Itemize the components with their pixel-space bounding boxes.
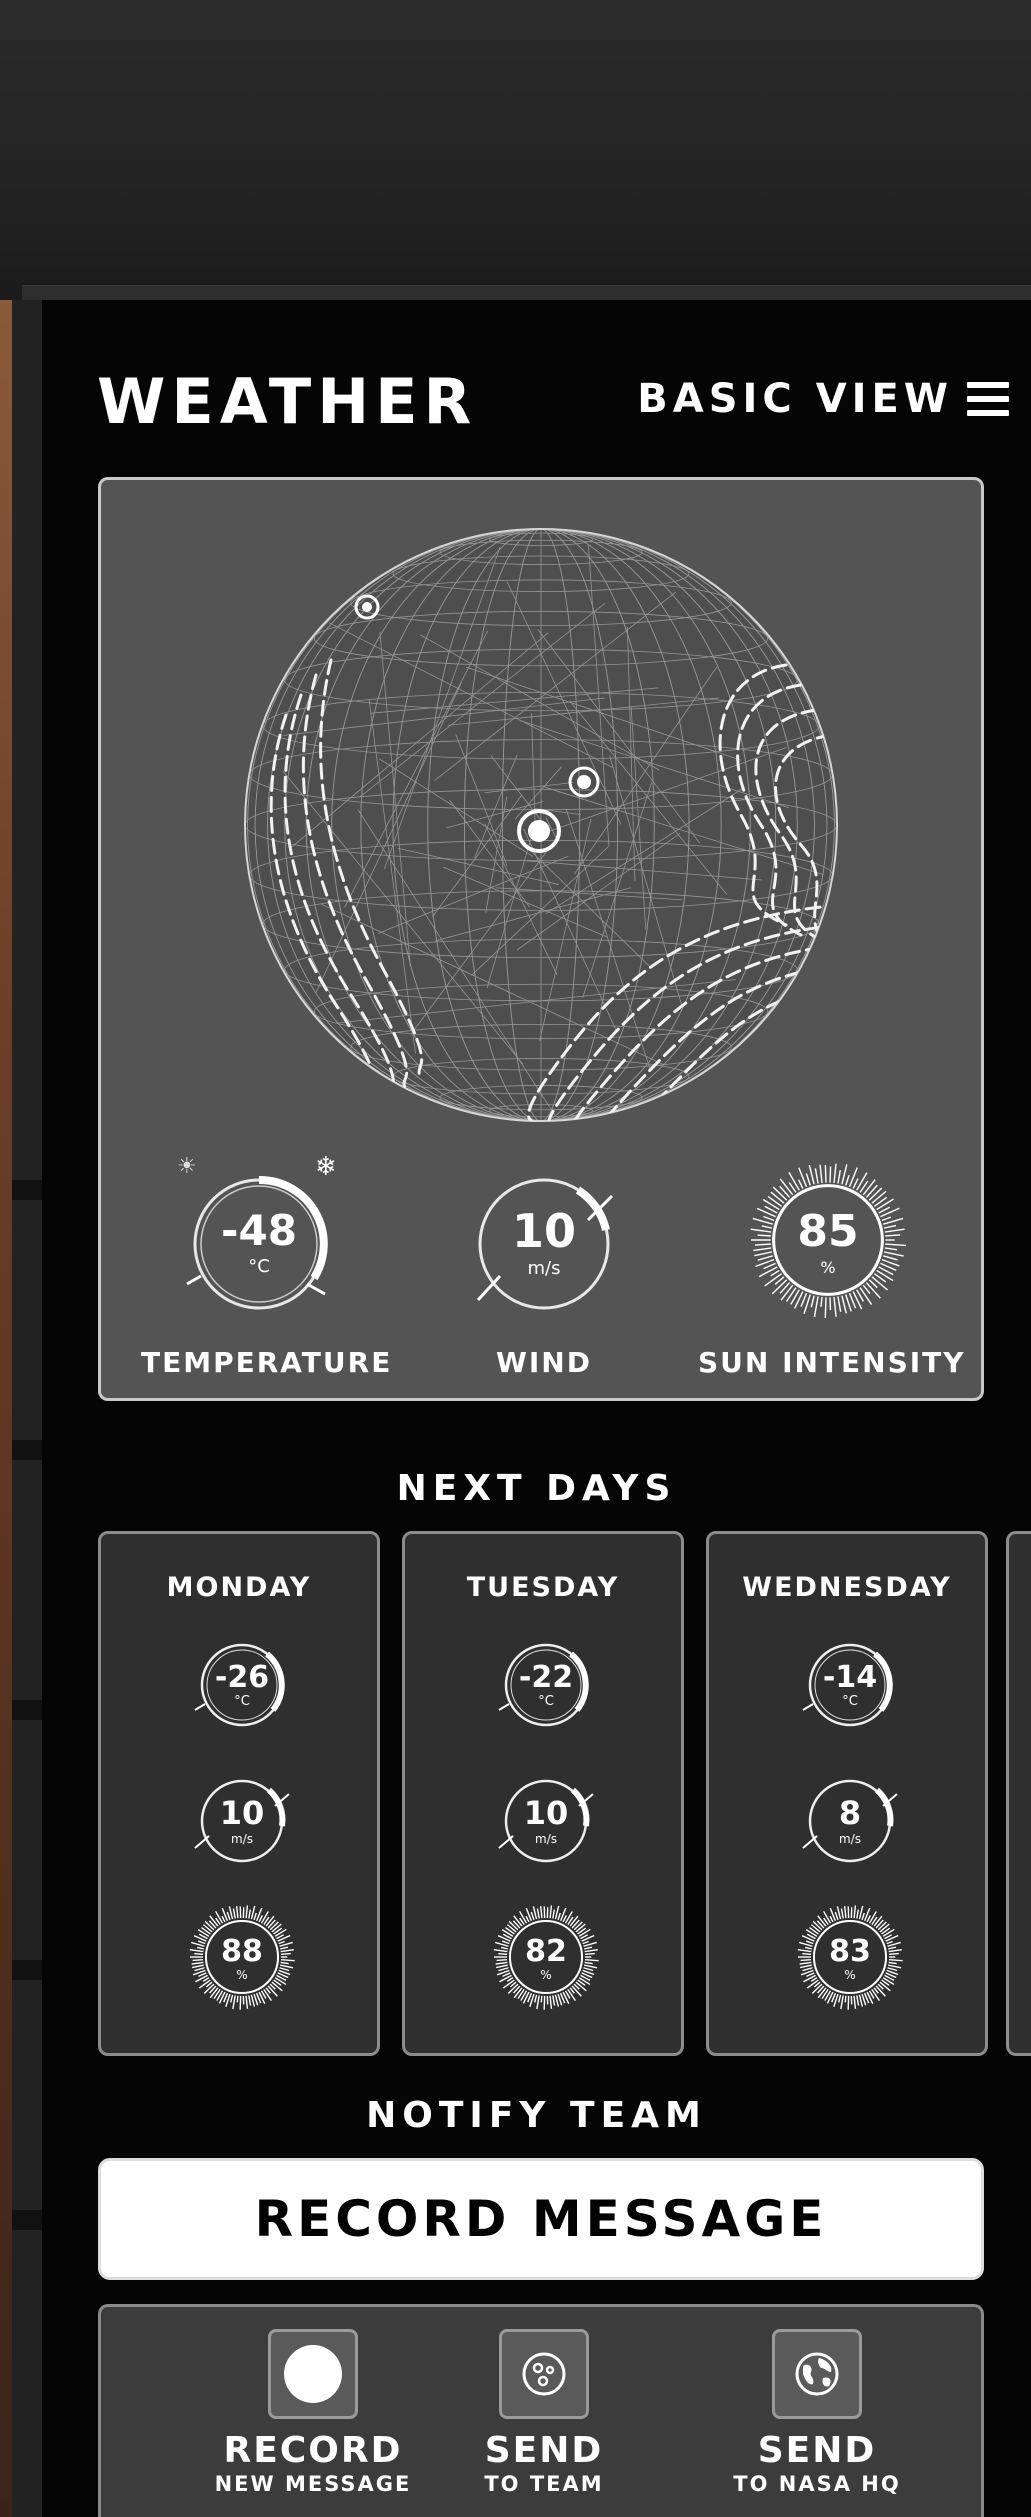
sun-intensity-gauge: 85 % bbox=[748, 1160, 908, 1320]
sun-intensity-value: 85 bbox=[797, 1206, 859, 1257]
day-sun-unit: % bbox=[844, 1968, 856, 1982]
day-temperature-value: -22 bbox=[518, 1660, 574, 1695]
record-circle-icon bbox=[284, 2345, 342, 2403]
action-title: SEND bbox=[484, 2430, 604, 2471]
day-temperature-unit: °C bbox=[842, 1694, 858, 1709]
planet-globe[interactable] bbox=[241, 525, 841, 1125]
temperature-label: TEMPERATURE bbox=[141, 1346, 393, 1379]
wind-unit: m/s bbox=[527, 1258, 561, 1279]
action-title: SEND bbox=[757, 2430, 877, 2471]
day-temperature-unit: °C bbox=[234, 1694, 250, 1709]
snowflake-icon: ❄ bbox=[315, 1152, 337, 1182]
day-wind-gauge: 10 m/s bbox=[493, 1766, 599, 1872]
day-sun-unit: % bbox=[236, 1968, 248, 1982]
day-sun-value: 88 bbox=[221, 1934, 263, 1969]
notify-team-heading: NOTIFY TEAM bbox=[366, 2095, 707, 2136]
left-rail bbox=[12, 300, 43, 2517]
day-wind-gauge: 8 m/s bbox=[797, 1766, 903, 1872]
temperature-unit: °C bbox=[248, 1256, 270, 1277]
action-subtitle: TO NASA HQ bbox=[733, 2472, 901, 2496]
top-bezel bbox=[0, 0, 1031, 300]
day-name: MONDAY bbox=[166, 1572, 312, 1603]
day-wind-value: 10 bbox=[523, 1794, 569, 1832]
message-actions-bar: RECORD NEW MESSAGE SEND TO TEAM SEND TO … bbox=[98, 2304, 984, 2517]
day-sun-unit: % bbox=[540, 1968, 552, 1982]
action-title: RECORD bbox=[223, 2430, 403, 2471]
send-to-nasa-hq-button[interactable]: SEND TO NASA HQ bbox=[717, 2329, 917, 2497]
day-sun-value: 82 bbox=[525, 1934, 567, 1969]
temperature-value: -48 bbox=[221, 1206, 297, 1255]
record-new-message-button[interactable]: RECORD NEW MESSAGE bbox=[213, 2329, 413, 2497]
action-subtitle: NEW MESSAGE bbox=[214, 2472, 412, 2496]
day-sun-gauge: 83 % bbox=[797, 1904, 903, 2010]
record-message-button[interactable]: RECORD MESSAGE bbox=[98, 2158, 984, 2280]
day-temperature-value: -14 bbox=[822, 1660, 878, 1695]
day-wind-value: 8 bbox=[838, 1794, 862, 1832]
day-card-wednesday[interactable]: WEDNESDAY -14 °C 8 m/s 83 % bbox=[706, 1531, 988, 2056]
earth-icon bbox=[795, 2352, 839, 2396]
day-wind-unit: m/s bbox=[231, 1832, 253, 1846]
day-temperature-gauge: -26 °C bbox=[189, 1630, 295, 1736]
basic-view-toggle[interactable]: BASIC VIEW bbox=[637, 376, 1009, 422]
day-name: WEDNESDAY bbox=[742, 1572, 952, 1603]
heat-icon: ☀ bbox=[177, 1154, 197, 1179]
day-temperature-gauge: -22 °C bbox=[493, 1630, 599, 1736]
next-days-heading: NEXT DAYS bbox=[396, 1468, 677, 1509]
day-card-tuesday[interactable]: TUESDAY -22 °C 10 m/s 82 % bbox=[402, 1531, 684, 2056]
day-temperature-unit: °C bbox=[538, 1694, 554, 1709]
day-wind-value: 10 bbox=[219, 1794, 265, 1832]
day-card-partial[interactable] bbox=[1006, 1531, 1031, 2056]
temperature-gauge: ☀ ❄ -48 °C bbox=[177, 1152, 339, 1320]
send-to-team-button[interactable]: SEND TO TEAM bbox=[444, 2329, 644, 2497]
sun-intensity-label: SUN INTENSITY bbox=[698, 1346, 966, 1379]
day-wind-unit: m/s bbox=[839, 1832, 861, 1846]
wind-label: WIND bbox=[496, 1346, 592, 1379]
panel-title: WEATHER bbox=[97, 365, 478, 438]
day-name: TUESDAY bbox=[466, 1572, 620, 1603]
action-subtitle: TO TEAM bbox=[484, 2472, 604, 2496]
day-card-monday[interactable]: MONDAY -26 °C 10 m/s 88 % bbox=[98, 1531, 380, 2056]
wind-value: 10 bbox=[511, 1204, 576, 1258]
day-wind-unit: m/s bbox=[535, 1832, 557, 1846]
day-sun-gauge: 82 % bbox=[493, 1904, 599, 2010]
day-sun-value: 83 bbox=[829, 1934, 871, 1969]
day-sun-gauge: 88 % bbox=[189, 1904, 295, 2010]
view-toggle-label: BASIC VIEW bbox=[637, 376, 953, 422]
weather-panel: WEATHER BASIC VIEW ☀ ❄ -48 °C TEMPERATUR… bbox=[42, 300, 1031, 2517]
day-temperature-gauge: -14 °C bbox=[797, 1630, 903, 1736]
day-temperature-value: -26 bbox=[214, 1660, 270, 1695]
sun-intensity-unit: % bbox=[820, 1258, 836, 1277]
team-icon bbox=[522, 2352, 566, 2396]
hamburger-menu-icon bbox=[967, 382, 1009, 416]
wind-gauge: 10 m/s bbox=[464, 1160, 624, 1320]
day-wind-gauge: 10 m/s bbox=[189, 1766, 295, 1872]
current-weather-card: ☀ ❄ -48 °C TEMPERATURE 10 m/s WIND 85 % … bbox=[98, 477, 984, 1401]
